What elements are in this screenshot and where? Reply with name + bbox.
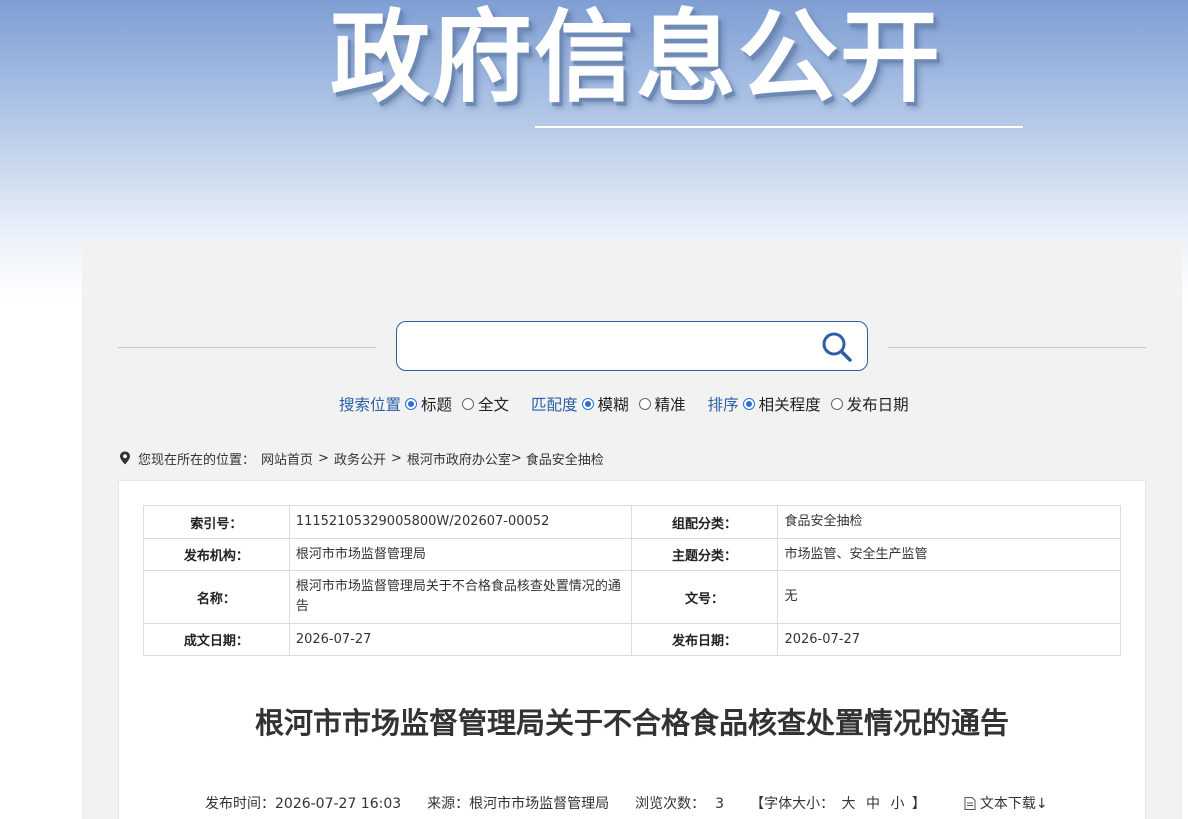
radio-exact-label: 精准 <box>654 396 686 414</box>
breadcrumb: 您现在所在的位置： 网站首页 > 政务公开 > 根河市政府办公室 > 食品安全抽… <box>119 449 604 468</box>
search-divider-left <box>118 347 376 348</box>
radio-date-label: 发布日期 <box>846 396 909 414</box>
radio-relevance-dot[interactable] <box>742 398 755 410</box>
meta-row: 名称： 根河市市场监督管理局关于不合格食品核查处置情况的通告 文号： 无 <box>143 570 1121 624</box>
breadcrumb-prefix: 您现在所在的位置： <box>138 452 256 468</box>
topic-value: 市场监管、安全生产监管 <box>777 538 1121 571</box>
topic-label: 主题分类： <box>630 538 779 571</box>
search-divider-right <box>888 347 1146 348</box>
search-box <box>396 321 868 371</box>
view-count-value: 3 <box>715 796 725 812</box>
breadcrumb-separator: > <box>510 450 522 466</box>
index-value: 11152105329005800W/202607-00052 <box>288 505 632 539</box>
index-label: 索引号： <box>143 505 290 539</box>
match-group: 匹配度 模糊 精准 <box>531 393 696 415</box>
view-count-label: 浏览次数： <box>635 796 706 812</box>
text-download-label: 文本下载↓ <box>979 796 1048 812</box>
article-source: 来源：根河市市场监督管理局 <box>427 796 610 812</box>
published-date-label: 发布日期： <box>630 623 779 656</box>
radio-title-dot[interactable] <box>405 398 418 410</box>
search-input[interactable] <box>409 330 809 362</box>
radio-date[interactable]: 发布日期 <box>830 393 909 415</box>
docno-label: 文号： <box>630 570 779 624</box>
publisher-value: 根河市市场监督管理局 <box>288 538 632 571</box>
meta-row: 成文日期： 2026-07-27 发布日期： 2026-07-27 <box>143 623 1121 656</box>
document-icon <box>964 796 976 810</box>
created-date-label: 成文日期： <box>143 623 290 656</box>
category-label: 组配分类： <box>630 505 779 539</box>
breadcrumb-gov-affairs[interactable]: 政务公开 <box>334 449 386 468</box>
breadcrumb-home[interactable]: 网站首页 <box>261 449 313 468</box>
search-icon[interactable] <box>820 331 854 363</box>
search-position-label: 搜索位置 <box>339 396 402 414</box>
match-label: 匹配度 <box>531 396 578 414</box>
font-size-control: 【字体大小： 大 中 小 】 <box>750 793 926 813</box>
text-download-link[interactable]: 文本下载↓ <box>964 793 1048 813</box>
article-title: 根河市市场监督管理局关于不合格食品核查处置情况的通告 <box>254 706 1009 740</box>
view-count: 浏览次数： 3 <box>635 793 724 813</box>
publish-time: 发布时间：2026-07-27 16:03 <box>205 796 402 812</box>
radio-title-label: 标题 <box>421 396 453 414</box>
radio-fuzzy[interactable]: 模糊 <box>581 393 629 415</box>
radio-relevance-label: 相关程度 <box>758 396 821 414</box>
radio-fulltext[interactable]: 全文 <box>462 393 509 415</box>
docno-value: 无 <box>777 570 1121 624</box>
search-options: 搜索位置 标题 全文 匹配度 模糊 精准 排序 相关程度 发布日期 <box>339 392 919 416</box>
name-value: 根河市市场监督管理局关于不合格食品核查处置情况的通告 <box>288 570 632 624</box>
font-size-close: 】 <box>911 796 926 812</box>
category-value: 食品安全抽检 <box>777 505 1121 539</box>
sort-group: 排序 相关程度 发布日期 <box>708 393 919 415</box>
meta-row: 发布机构： 根河市市场监督管理局 主题分类： 市场监管、安全生产监管 <box>143 538 1121 571</box>
breadcrumb-office[interactable]: 根河市政府办公室 <box>407 449 511 468</box>
breadcrumb-separator: > <box>390 450 402 466</box>
published-date-value: 2026-07-27 <box>777 623 1121 656</box>
search-position-group: 搜索位置 标题 全文 <box>339 393 519 415</box>
radio-date-dot[interactable] <box>830 398 843 410</box>
document-meta-table: 索引号： 11152105329005800W/202607-00052 组配分… <box>143 505 1121 656</box>
radio-fuzzy-label: 模糊 <box>597 396 629 414</box>
radio-fuzzy-dot[interactable] <box>581 398 594 410</box>
created-date-value: 2026-07-27 <box>288 623 632 656</box>
banner-underline <box>535 126 1023 128</box>
font-size-open: 【字体大小： <box>750 796 835 812</box>
radio-relevance[interactable]: 相关程度 <box>742 393 821 415</box>
article-info-bar: 发布时间：2026-07-27 16:03 来源：根河市市场监督管理局 浏览次数… <box>205 792 1048 814</box>
banner-title: 政府信息公开 <box>330 0 942 116</box>
radio-fulltext-dot[interactable] <box>462 398 475 410</box>
publisher-label: 发布机构： <box>143 538 290 571</box>
name-label: 名称： <box>143 570 290 624</box>
radio-title[interactable]: 标题 <box>405 393 452 415</box>
radio-exact-dot[interactable] <box>638 398 651 410</box>
radio-exact[interactable]: 精准 <box>638 393 686 415</box>
breadcrumb-separator: > <box>318 450 329 466</box>
font-size-large-button[interactable]: 大 <box>842 796 856 812</box>
font-size-medium-button[interactable]: 中 <box>866 796 880 812</box>
radio-fulltext-label: 全文 <box>478 396 510 414</box>
font-size-small-button[interactable]: 小 <box>890 796 904 812</box>
breadcrumb-current[interactable]: 食品安全抽检 <box>526 449 604 468</box>
location-pin-icon <box>120 451 130 465</box>
meta-row: 索引号： 11152105329005800W/202607-00052 组配分… <box>143 505 1121 539</box>
sort-label: 排序 <box>707 396 739 414</box>
